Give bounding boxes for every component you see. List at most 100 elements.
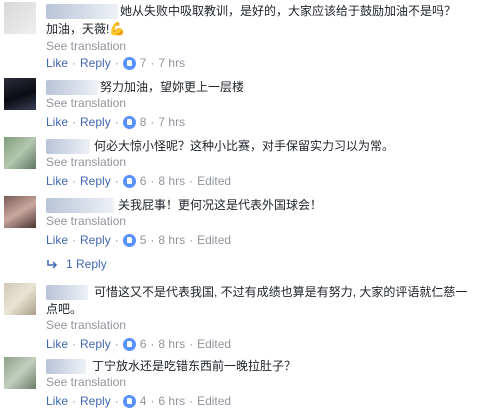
separator: ·: [114, 115, 119, 129]
comment-5: 可惜这又不是代表我国, 不过有成绩也算是有努力, 大家的评语就仁慈一 点吧。 S…: [0, 283, 479, 355]
see-translation-link[interactable]: See translation: [46, 96, 126, 110]
separator: ·: [150, 337, 155, 351]
comment-text: 努力加油，望妳更上一层楼: [100, 79, 244, 96]
comment-text-line: 关我屁事！更何况这是代表外国球会！: [118, 198, 323, 212]
comment-text-line: 加油，天薇!: [46, 22, 110, 36]
commenter-name[interactable]: [46, 285, 88, 300]
comment-text-line: 努力加油，望妳更上一层楼: [100, 80, 245, 94]
comment-1: 她从失败中吸取教训，是好的，大家应该给于鼓励加油不是吗？ 加油，天薇!💪 See…: [0, 0, 479, 72]
comment-text-line: 何必大惊小怪呢？这种小比赛，对手保留实力习以为常。: [94, 139, 395, 153]
separator: ·: [114, 174, 119, 188]
like-count[interactable]: 6: [140, 174, 147, 188]
commenter-name[interactable]: [46, 80, 98, 95]
comment-text-line: 她从失败中吸取教训，是好的，大家应该给于鼓励加油不是吗？: [120, 4, 457, 18]
commenter-name[interactable]: [46, 359, 86, 374]
comment-text-second-line: 点吧。: [46, 301, 82, 318]
separator: ·: [114, 394, 119, 408]
like-count[interactable]: 7: [140, 56, 147, 70]
commenter-name[interactable]: [46, 4, 118, 19]
comment-text-line: 丁宁放水还是吃错东西前一晚拉肚子？: [92, 359, 297, 373]
like-count[interactable]: 8: [140, 115, 147, 129]
like-count[interactable]: 5: [140, 233, 147, 247]
comment-actions: Like · Reply · 8 · 7 hrs: [46, 115, 185, 129]
comment-actions: Like · Reply · 6 · 8 hrs · Edited: [46, 174, 231, 188]
timestamp[interactable]: 6 hrs: [158, 394, 185, 408]
comment-text: 可惜这又不是代表我国, 不过有成绩也算是有努力, 大家的评语就仁慈一: [94, 284, 467, 301]
commenter-name[interactable]: [46, 139, 90, 154]
reply-button[interactable]: Reply: [80, 56, 111, 70]
view-replies-link[interactable]: 1 Reply: [46, 257, 107, 271]
separator: ·: [189, 233, 194, 247]
comment-actions: Like · Reply · 4 · 6 hrs · Edited: [46, 394, 231, 408]
avatar[interactable]: [4, 2, 36, 34]
timestamp[interactable]: 8 hrs: [158, 337, 185, 351]
separator: ·: [114, 233, 119, 247]
separator: ·: [189, 174, 194, 188]
edited-label[interactable]: Edited: [197, 394, 231, 408]
separator: ·: [72, 337, 77, 351]
edited-label[interactable]: Edited: [197, 337, 231, 351]
reply-button[interactable]: Reply: [80, 115, 111, 129]
timestamp[interactable]: 8 hrs: [158, 174, 185, 188]
like-button[interactable]: Like: [46, 337, 68, 351]
comment-text-line: 点吧。: [46, 302, 83, 316]
comment-text: 丁宁放水还是吃错东西前一晚拉肚子？: [92, 358, 296, 375]
comment-actions: Like · Reply · 7 · 7 hrs: [46, 56, 185, 70]
separator: ·: [114, 337, 119, 351]
like-button[interactable]: Like: [46, 233, 68, 247]
comment-2: 努力加油，望妳更上一层楼 See translation Like · Repl…: [0, 78, 479, 133]
commenter-name[interactable]: [46, 198, 114, 213]
separator: ·: [150, 174, 155, 188]
separator: ·: [72, 174, 77, 188]
timestamp[interactable]: 7 hrs: [158, 115, 185, 129]
comment-text: 关我屁事！更何况这是代表外国球会！: [118, 197, 322, 214]
like-button[interactable]: Like: [46, 115, 68, 129]
timestamp[interactable]: 7 hrs: [158, 56, 185, 70]
comment-3: 何必大惊小怪呢？这种小比赛，对手保留实力习以为常。 See translatio…: [0, 137, 479, 192]
separator: ·: [72, 115, 77, 129]
separator: ·: [150, 115, 155, 129]
comment-actions: Like · Reply · 6 · 8 hrs · Edited: [46, 337, 231, 351]
see-translation-link[interactable]: See translation: [46, 375, 126, 389]
reply-button[interactable]: Reply: [80, 233, 111, 247]
see-translation-link[interactable]: See translation: [46, 155, 126, 169]
reply-count-label[interactable]: 1 Reply: [66, 257, 107, 271]
reply-button[interactable]: Reply: [80, 337, 111, 351]
like-thumb-icon[interactable]: [122, 56, 136, 70]
separator: ·: [72, 233, 77, 247]
separator: ·: [150, 56, 155, 70]
avatar[interactable]: [4, 137, 36, 169]
avatar[interactable]: [4, 357, 36, 389]
edited-label[interactable]: Edited: [197, 233, 231, 247]
comment-text-line: 可惜这又不是代表我国, 不过有成绩也算是有努力, 大家的评语就仁慈一: [94, 285, 468, 299]
like-button[interactable]: Like: [46, 394, 68, 408]
separator: ·: [189, 337, 194, 351]
reply-button[interactable]: Reply: [80, 174, 111, 188]
avatar[interactable]: [4, 78, 36, 110]
like-thumb-icon[interactable]: [122, 394, 136, 408]
avatar[interactable]: [4, 196, 36, 228]
see-translation-link[interactable]: See translation: [46, 214, 126, 228]
comment-text: 她从失败中吸取教训，是好的，大家应该给于鼓励加油不是吗？: [120, 3, 456, 20]
comment-6: 丁宁放水还是吃错东西前一晚拉肚子？ See translation Like ·…: [0, 357, 479, 412]
timestamp[interactable]: 8 hrs: [158, 233, 185, 247]
like-thumb-icon[interactable]: [122, 337, 136, 351]
reply-button[interactable]: Reply: [80, 394, 111, 408]
edited-label[interactable]: Edited: [197, 174, 231, 188]
like-thumb-icon[interactable]: [122, 233, 136, 247]
like-count[interactable]: 6: [140, 337, 147, 351]
comment-actions: Like · Reply · 5 · 8 hrs · Edited: [46, 233, 231, 247]
avatar[interactable]: [4, 283, 36, 315]
separator: ·: [189, 394, 194, 408]
see-translation-link[interactable]: See translation: [46, 318, 126, 332]
comment-text: 何必大惊小怪呢？这种小比赛，对手保留实力习以为常。: [94, 138, 394, 155]
like-thumb-icon[interactable]: [122, 174, 136, 188]
see-translation-link[interactable]: See translation: [46, 39, 126, 53]
like-thumb-icon[interactable]: [122, 115, 136, 129]
like-button[interactable]: Like: [46, 174, 68, 188]
separator: ·: [114, 56, 119, 70]
like-count[interactable]: 4: [140, 394, 147, 408]
like-button[interactable]: Like: [46, 56, 68, 70]
reply-arrow-icon: [47, 260, 58, 269]
comment-4: 关我屁事！更何况这是代表外国球会！ See translation Like ·…: [0, 196, 479, 274]
